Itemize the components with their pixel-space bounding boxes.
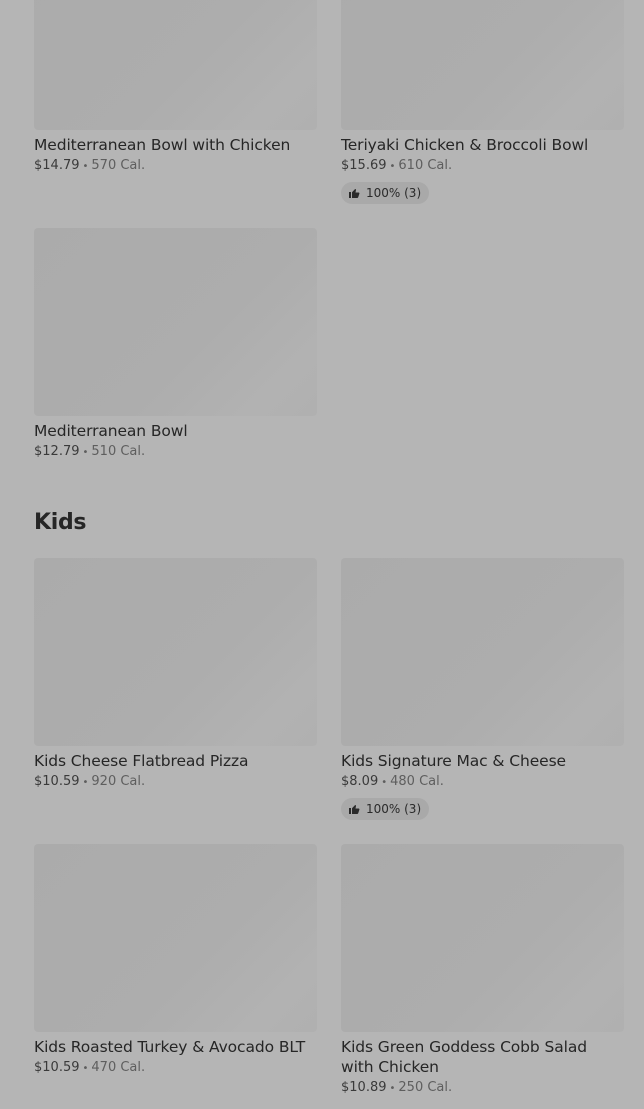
menu-item-price: $12.79 [34,444,80,459]
menu-item-image[interactable] [34,228,317,416]
menu-item-meta: $14.79 • 570 Cal. [34,157,317,176]
menu-item-calories: 470 Cal. [91,1060,146,1075]
menu-item-meta: $10.59 • 470 Cal. [34,1059,317,1078]
menu-item-calories: 610 Cal. [398,158,453,173]
rating-badge: 100% (3) [341,182,430,204]
menu-item-price: $15.69 [341,158,387,173]
menu-item-price: $8.09 [341,774,379,789]
menu-item-image[interactable] [34,0,317,130]
menu-item-calories: 250 Cal. [398,1080,453,1095]
menu-item-card[interactable]: Kids Roasted Turkey & Avocado BLT $10.59… [34,844,317,1078]
menu-item-meta: $8.09 • 480 Cal. [341,773,624,792]
separator-dot: • [82,777,89,788]
menu-item-meta: $15.69 • 610 Cal. [341,157,624,176]
menu-item-card[interactable]: Kids Signature Mac & Cheese $8.09 • 480 Ca… [341,558,624,820]
menu-item-name: Kids Roasted Turkey & Avocado BLT [34,1038,306,1056]
thumbs-up-icon [349,805,360,814]
menu-item-calories: 920 Cal. [91,774,146,789]
menu-item-calories: 570 Cal. [91,158,146,173]
menu-item-card[interactable]: Kids Cheese Flatbread Pizza $10.59 • 920 C… [34,558,317,792]
menu-item-image[interactable] [341,844,624,1032]
rating-badge: 100% (3) [341,798,430,820]
menu-item-card[interactable]: Kids Green Goddess Cobb Salad with Chick… [341,844,624,1098]
menu-item-meta: $12.79 • 510 Cal. [34,443,317,462]
menu-item-price: $14.79 [34,158,80,173]
separator-dot: • [389,1083,396,1094]
section-title-kids: Kids [34,510,87,535]
menu-item-name: Mediterranean Bowl [34,422,188,440]
menu-item-name: Kids Green Goddess Cobb Salad with Chick… [341,1038,587,1076]
menu-item-card[interactable]: Mediterranean Bowl with Chicken $14.79 • 5… [34,0,317,176]
menu-item-price: $10.59 [34,774,80,789]
menu-item-name: Kids Signature Mac & Cheese [341,752,566,770]
menu-item-calories: 480 Cal. [390,774,444,789]
menu-item-name: Teriyaki Chicken & Broccoli Bowl [341,136,589,154]
menu-item-meta: $10.89 • 250 Cal. [341,1079,624,1098]
menu-item-card[interactable]: Teriyaki Chicken & Broccoli Bowl $15.69 •… [341,0,624,204]
menu-item-price: $10.59 [34,1060,80,1075]
rating-text: 100% (3) [366,186,422,200]
menu-item-card[interactable]: Mediterranean Bowl $12.79 • 510 Cal. [34,228,317,462]
rating-text: 100% (3) [366,802,422,816]
menu-item-name: Kids Cheese Flatbread Pizza [34,752,249,770]
menu-item-image[interactable] [341,558,624,746]
separator-dot: • [82,161,89,172]
separator-dot: • [381,777,388,788]
menu-item-image[interactable] [341,0,624,130]
menu-item-calories: 510 Cal. [91,444,146,459]
separator-dot: • [82,1063,89,1074]
separator-dot: • [389,161,396,172]
menu-item-name: Mediterranean Bowl with Chicken [34,136,291,154]
menu-item-price: $10.89 [341,1080,387,1095]
thumbs-up-icon [349,189,360,198]
separator-dot: • [82,447,89,458]
menu-item-image[interactable] [34,844,317,1032]
menu-item-meta: $10.59 • 920 Cal. [34,773,317,792]
menu-item-image[interactable] [34,558,317,746]
